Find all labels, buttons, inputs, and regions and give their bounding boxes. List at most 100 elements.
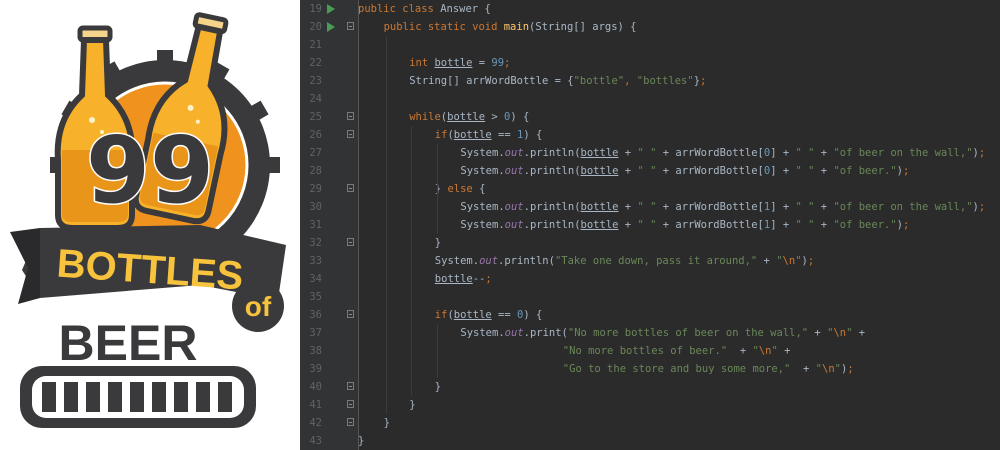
- code-token: static: [427, 21, 473, 33]
- code-token: bottle: [580, 201, 619, 213]
- fold-icon[interactable]: [347, 400, 354, 408]
- code-editor[interactable]: 19 public class Answer {20 public static v…: [300, 0, 1000, 450]
- code-text: System.out.println(bottle + " " + arrWor…: [460, 216, 909, 234]
- code-token: " ": [637, 219, 657, 231]
- code-line[interactable]: 22 int bottle = 99;: [300, 54, 1000, 72]
- code-line[interactable]: 43}: [300, 432, 1000, 450]
- code-token: void: [472, 21, 504, 33]
- code-token: "bottle": [573, 75, 625, 87]
- code-token: +: [814, 201, 834, 213]
- code-line[interactable]: 20 public static void main(String[] args)…: [300, 18, 1000, 36]
- code-token: +: [814, 219, 834, 231]
- fold-icon[interactable]: [347, 184, 354, 192]
- code-line[interactable]: 23 String[] arrWordBottle = {"bottle", "b…: [300, 72, 1000, 90]
- code-token: +: [618, 219, 638, 231]
- code-token: }: [383, 417, 390, 429]
- code-token: +: [852, 327, 866, 339]
- line-number: 26: [309, 129, 322, 141]
- code-text: if(bottle == 1) {: [435, 126, 543, 144]
- code-token: + arrWordBottle[: [656, 147, 764, 159]
- code-line[interactable]: 34 bottle--;: [300, 270, 1000, 288]
- code-line[interactable]: 33 System.out.println("Take one down, pas…: [300, 252, 1000, 270]
- code-token: .println(: [523, 147, 581, 159]
- code-token: }: [409, 399, 416, 411]
- code-token: ;: [902, 219, 910, 231]
- code-line[interactable]: 39 "Go to the store and buy some more," +…: [300, 360, 1000, 378]
- code-token: "No more bottles of beer on the wall,": [567, 327, 809, 339]
- code-token: public: [358, 3, 403, 15]
- code-line[interactable]: 32}: [300, 234, 1000, 252]
- code-line[interactable]: 21: [300, 36, 1000, 54]
- code-line[interactable]: 38 "No more bottles of beer." + "\n" +: [300, 342, 1000, 360]
- line-number: 31: [309, 219, 322, 231]
- code-line[interactable]: 24: [300, 90, 1000, 108]
- code-token: public: [383, 21, 428, 33]
- code-token: .print(: [523, 327, 568, 339]
- line-number: 41: [309, 399, 322, 411]
- code-token: bottle: [453, 309, 492, 321]
- line-number: 35: [309, 291, 322, 303]
- code-line[interactable]: 30 System.out.println(bottle + " " + arrW…: [300, 198, 1000, 216]
- run-icon[interactable]: [327, 4, 335, 14]
- code-line[interactable]: 29} else {: [300, 180, 1000, 198]
- code-token: \n: [822, 363, 835, 375]
- code-token: out: [504, 201, 524, 213]
- code-line[interactable]: 37 System.out.print("No more bottles of b…: [300, 324, 1000, 342]
- code-line[interactable]: 26 if(bottle == 1) {: [300, 126, 1000, 144]
- code-token: + arrWordBottle[: [656, 165, 764, 177]
- code-line[interactable]: 42}: [300, 414, 1000, 432]
- code-line[interactable]: 19 public class Answer {: [300, 0, 1000, 18]
- code-line[interactable]: 27 System.out.println(bottle + " " + arrW…: [300, 144, 1000, 162]
- code-token: "of beer.": [833, 165, 897, 177]
- code-token: out: [504, 219, 524, 231]
- code-line[interactable]: 40}: [300, 378, 1000, 396]
- code-token: ) {: [523, 309, 543, 321]
- indent-guide: [436, 324, 438, 378]
- code-token: 99: [491, 57, 505, 69]
- fold-icon[interactable]: [347, 418, 354, 426]
- code-line[interactable]: 36 if(bottle == 0) {: [300, 306, 1000, 324]
- code-token: + arrWordBottle[: [656, 219, 764, 231]
- fold-icon[interactable]: [347, 310, 354, 318]
- code-line[interactable]: 35: [300, 288, 1000, 306]
- code-text: } else {: [435, 180, 486, 198]
- code-line[interactable]: 31 System.out.println(bottle + " " + arrW…: [300, 216, 1000, 234]
- fold-icon[interactable]: [347, 238, 354, 246]
- logo-of-text: of: [245, 291, 272, 322]
- code-line[interactable]: 25 while(bottle > 0) {: [300, 108, 1000, 126]
- code-token: \n: [758, 345, 772, 357]
- code-token: " ": [795, 165, 815, 177]
- code-text: System.out.print("No more bottles of bee…: [460, 324, 865, 342]
- code-token: bottle: [580, 165, 619, 177]
- code-token: System.: [460, 327, 505, 339]
- line-number: 40: [309, 381, 322, 393]
- code-token: "No more bottles of beer.": [562, 345, 728, 357]
- fold-icon[interactable]: [347, 130, 354, 138]
- code-token: bottle: [434, 273, 473, 285]
- fold-icon[interactable]: [347, 112, 354, 120]
- code-token: bottle: [447, 111, 486, 123]
- run-icon[interactable]: [327, 22, 335, 32]
- code-token: +: [618, 201, 638, 213]
- code-text: int bottle = 99;: [409, 54, 510, 72]
- code-text: System.out.println(bottle + " " + arrWor…: [460, 144, 985, 162]
- fold-icon[interactable]: [347, 382, 354, 390]
- line-number: 32: [309, 237, 322, 249]
- code-token: " ": [637, 147, 657, 159]
- line-number: 36: [309, 309, 322, 321]
- barrel-icon: [20, 366, 256, 428]
- code-text: public class Answer {: [358, 0, 491, 18]
- line-number: 22: [309, 57, 322, 69]
- code-line[interactable]: 28 System.out.println(bottle + " " + arrW…: [300, 162, 1000, 180]
- code-token: out: [479, 255, 499, 267]
- line-number: 43: [309, 435, 322, 447]
- code-token: ] +: [770, 165, 796, 177]
- code-token: ,: [624, 75, 637, 87]
- code-token: if: [434, 129, 448, 141]
- code-text: }: [358, 432, 364, 450]
- code-line[interactable]: 41}: [300, 396, 1000, 414]
- code-token: "Take one down, pass it around,": [554, 255, 758, 267]
- code-token: bottle: [453, 129, 492, 141]
- indent-guide: [436, 144, 438, 234]
- fold-icon[interactable]: [347, 22, 354, 30]
